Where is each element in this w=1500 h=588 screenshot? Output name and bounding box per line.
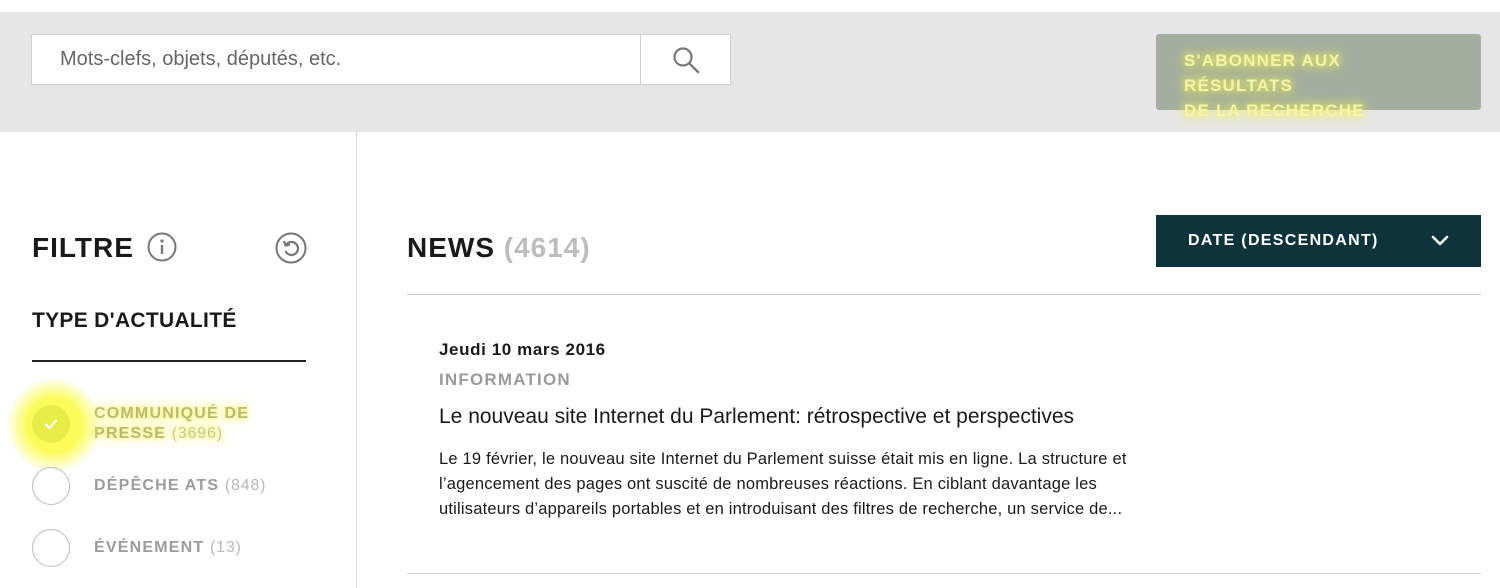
search-header: S'ABONNER AUX RÉSULTATS DE LA RECHERCHE	[0, 12, 1500, 132]
search-box	[31, 34, 731, 85]
filter-checkbox[interactable]	[32, 467, 70, 505]
search-button[interactable]	[640, 35, 730, 84]
subscribe-results-button[interactable]: S'ABONNER AUX RÉSULTATS DE LA RECHERCHE	[1156, 34, 1481, 120]
subscribe-label-line1: S'ABONNER AUX RÉSULTATS	[1184, 51, 1341, 95]
news-type-heading: TYPE D'ACTUALITÉ	[32, 309, 237, 332]
filter-checkbox[interactable]	[32, 529, 70, 567]
filter-count: (13)	[210, 539, 242, 556]
filter-sidebar: FILTRE TYPE D'ACTUALITÉ COMMUNIQUÉ DE PR…	[0, 132, 357, 588]
search-input[interactable]	[32, 35, 640, 84]
filter-checkbox[interactable]	[7, 378, 101, 472]
article-type: INFORMATION	[439, 370, 571, 389]
filter-evenement[interactable]: ÉVÉNEMENT (13)	[32, 529, 332, 567]
reset-icon[interactable]	[275, 232, 307, 264]
news-list-item: Jeudi 10 mars 2016 INFORMATION Le nouvea…	[439, 340, 1259, 522]
section-divider	[32, 360, 306, 362]
subscribe-label-line2: DE LA RECHERCHE	[1184, 101, 1365, 120]
chevron-down-icon	[1431, 235, 1449, 246]
search-icon	[672, 46, 699, 73]
sort-dropdown[interactable]: DATE (DESCENDANT)	[1156, 215, 1481, 267]
info-icon[interactable]	[147, 232, 177, 262]
article-title-link[interactable]: Le nouveau site Internet du Parlement: r…	[439, 405, 1259, 429]
filter-count: (848)	[224, 477, 267, 494]
list-divider	[407, 294, 1481, 295]
filter-label: COMMUNIQUÉ DE PRESSE (3696)	[94, 405, 250, 442]
article-date: Jeudi 10 mars 2016	[439, 340, 606, 359]
filter-depeche-ats[interactable]: DÉPÊCHE ATS (848)	[32, 467, 332, 505]
filter-label: DÉPÊCHE ATS (848)	[94, 477, 267, 494]
results-count: (4614)	[503, 232, 591, 263]
filter-count: (3696)	[171, 425, 223, 442]
filter-communique-de-presse[interactable]: COMMUNIQUÉ DE PRESSE (3696)	[7, 378, 332, 472]
filter-title: FILTRE	[32, 232, 134, 263]
page-title: NEWS (4614)	[407, 232, 591, 263]
sort-label: DATE (DESCENDANT)	[1188, 232, 1379, 249]
check-icon	[44, 419, 58, 430]
filter-label: ÉVÉNEMENT (13)	[94, 539, 242, 556]
list-divider	[407, 573, 1481, 574]
article-excerpt: Le 19 février, le nouveau site Internet …	[439, 450, 1127, 518]
